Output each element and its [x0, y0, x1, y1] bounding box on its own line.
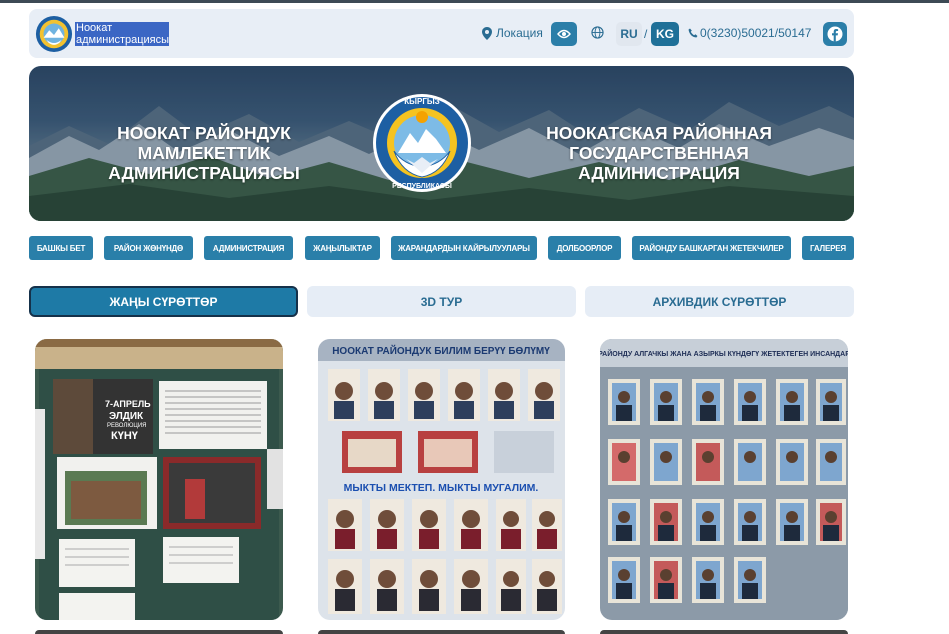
- globe-icon: [591, 26, 604, 39]
- site-name-link[interactable]: Ноокат администрациясы: [75, 22, 170, 46]
- phone-link[interactable]: 0(3230)50021/50147: [688, 26, 811, 40]
- tab-new-photos[interactable]: ЖАҢЫ СҮРӨТТӨР: [29, 286, 298, 317]
- tab-3d-tour[interactable]: 3D ТУР: [307, 286, 576, 317]
- nav-item-news[interactable]: ЖАҢЫЛЫКТАР: [305, 236, 380, 260]
- nav-item-citizen-appeals[interactable]: ЖАРАНДАРДЫН КАЙРЫЛУУЛАРЫ: [391, 236, 537, 260]
- kyrgyz-state-emblem-icon: КЫРГЫЗ РЕСПУБЛИКАСЫ: [373, 94, 471, 192]
- window-top-edge: [0, 0, 949, 3]
- board-header-text: НООКАТ РАЙОНДУК БИЛИМ БЕРҮҮ БӨЛҮМҮ: [332, 344, 550, 357]
- emblem-text-bottom: РЕСПУБЛИКАСЫ: [392, 183, 452, 190]
- location-link[interactable]: Локация: [482, 26, 543, 40]
- hero-banner: НООКАТ РАЙОНДУК МАМЛЕКЕТТИК АДМИНИСТРАЦИ…: [29, 66, 854, 221]
- poster-line-3: РЕВОЛЮЦИЯ: [107, 423, 147, 429]
- nav-item-projects[interactable]: ДОЛБООРЛОР: [548, 236, 621, 260]
- photo-leaders-board: РАЙОНДУ АЛГАЧКЫ ЖАНА АЗЫРКЫ КҮНДӨГҮ ЖЕТЕ…: [600, 339, 848, 620]
- nav-item-gallery[interactable]: ГАЛЕРЕЯ: [802, 236, 854, 260]
- map-pin-icon: [482, 26, 492, 40]
- nav-item-administration[interactable]: АДМИНИСТРАЦИЯ: [204, 236, 293, 260]
- board-header-text: РАЙОНДУ АЛГАЧКЫ ЖАНА АЗЫРКЫ КҮНДӨГҮ ЖЕТЕ…: [600, 349, 848, 358]
- location-label: Локация: [496, 26, 543, 40]
- gallery-photo-2[interactable]: НООКАТ РАЙОНДУК БИЛИМ БЕРҮҮ БӨЛҮМҮ МЫКТЫ…: [318, 339, 565, 620]
- phone-number: 0(3230)50021/50147: [700, 26, 812, 40]
- photo-revolution-day-board: 7-АПРЕЛЬ ЭЛДИК РЕВОЛЮЦИЯ КҮНҮ: [35, 339, 283, 620]
- nav-item-former-leaders[interactable]: РАЙОНДУ БАШКАРГАН ЖЕТЕКЧИЛЕР: [632, 236, 791, 260]
- language-ru-button[interactable]: RU: [616, 22, 642, 46]
- banner-title-ru: НООКАТСКАЯ РАЙОННАЯ ГОСУДАРСТВЕННАЯ АДМИ…: [546, 123, 772, 183]
- emblem-text-top: КЫРГЫЗ: [404, 97, 439, 106]
- nav-item-about-district[interactable]: РАЙОН ЖӨНҮНДӨ: [104, 236, 193, 260]
- facebook-button[interactable]: [823, 22, 847, 46]
- nav-item-home[interactable]: БАШКЫ БЕТ: [29, 236, 93, 260]
- board-mid-text: МЫКТЫ МЕКТЕП. МЫКТЫ МУГАЛИМ.: [344, 482, 539, 494]
- gallery-photo-3[interactable]: РАЙОНДУ АЛГАЧКЫ ЖАНА АЗЫРКЫ КҮНДӨГҮ ЖЕТЕ…: [600, 339, 848, 620]
- poster-line-2: ЭЛДИК: [109, 411, 144, 422]
- language-kg-button[interactable]: KG: [651, 22, 679, 46]
- language-separator: /: [644, 27, 648, 41]
- facebook-icon: [827, 26, 843, 42]
- banner-title-kg: НООКАТ РАЙОНДУК МАМЛЕКЕТТИК АДМИНИСТРАЦИ…: [108, 123, 300, 183]
- state-emblem-logo-icon[interactable]: [35, 15, 73, 53]
- eye-icon: [557, 29, 571, 39]
- tab-archive-photos[interactable]: АРХИВДИК СҮРӨТТӨР: [585, 286, 854, 317]
- gallery-photo-6-partial[interactable]: [600, 630, 848, 634]
- accessibility-toggle-button[interactable]: [551, 22, 577, 46]
- gallery-photo-5-partial[interactable]: [318, 630, 565, 634]
- gallery-photo-4-partial[interactable]: [35, 630, 283, 634]
- top-bar: Ноокат администрациясы Локация RU / KG 0…: [29, 9, 854, 58]
- gallery-photo-1[interactable]: 7-АПРЕЛЬ ЭЛДИК РЕВОЛЮЦИЯ КҮНҮ: [35, 339, 283, 620]
- site-name-text: Ноокат администрациясы: [76, 22, 170, 46]
- photo-education-board: НООКАТ РАЙОНДУК БИЛИМ БЕРҮҮ БӨЛҮМҮ МЫКТЫ…: [318, 339, 565, 620]
- poster-line-4: КҮНҮ: [111, 430, 139, 442]
- poster-line-1: 7-АПРЕЛЬ: [105, 399, 151, 409]
- phone-icon: [688, 28, 698, 38]
